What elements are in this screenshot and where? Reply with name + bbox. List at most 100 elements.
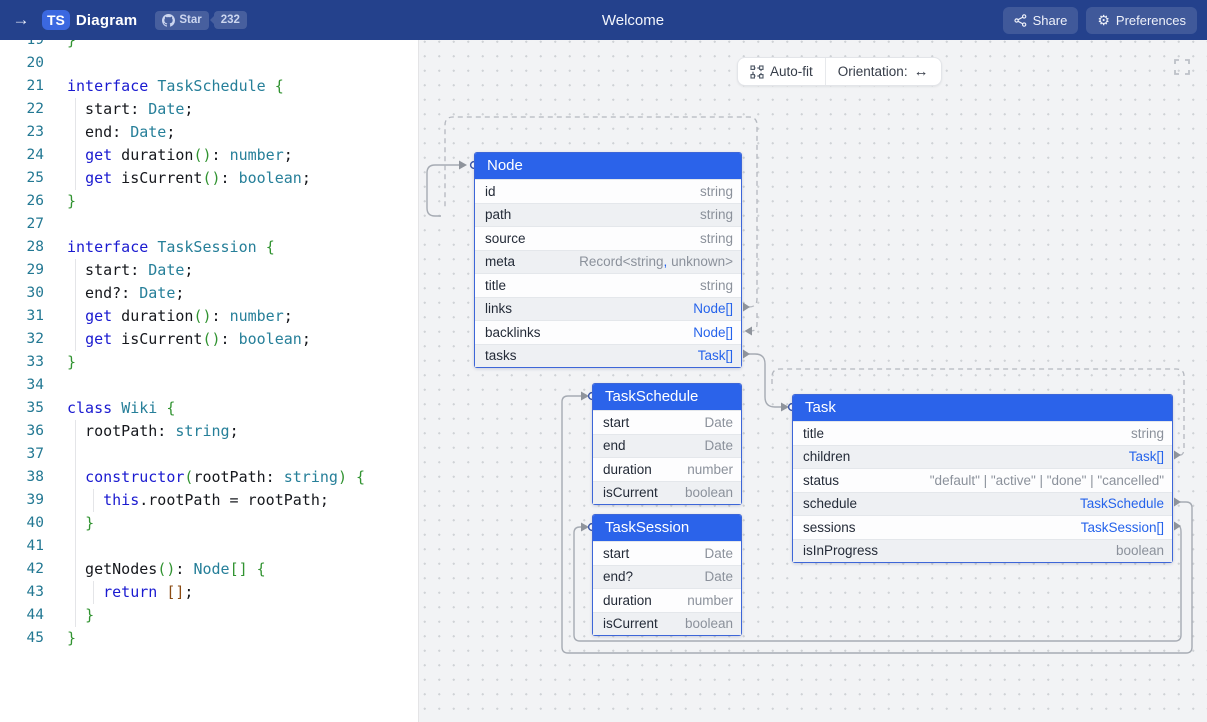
code-text: } xyxy=(67,627,76,650)
entity-title[interactable]: TaskSchedule xyxy=(593,384,741,410)
field-type-link[interactable]: Node[] xyxy=(693,301,733,316)
auto-fit-icon xyxy=(750,65,764,79)
code-editor-panel[interactable]: 19}2021interface TaskSchedule {22 start:… xyxy=(0,40,419,722)
line-number: 44 xyxy=(0,604,44,627)
github-icon xyxy=(162,14,175,27)
orientation-button[interactable]: Orientation: ↔ xyxy=(826,58,941,85)
code-line[interactable]: 41 xyxy=(0,535,418,558)
code-line[interactable]: 40 } xyxy=(0,512,418,535)
indent-guide xyxy=(75,328,76,351)
field-type-link[interactable]: TaskSchedule xyxy=(1080,496,1164,511)
entity-field-row: sourcestring xyxy=(475,226,741,250)
code-line[interactable]: 31 get duration(): number; xyxy=(0,305,418,328)
code-line[interactable]: 33} xyxy=(0,351,418,374)
line-number: 28 xyxy=(0,236,44,259)
code-line[interactable]: 29 start: Date; xyxy=(0,259,418,282)
code-text: get duration(): number; xyxy=(67,144,293,167)
entity-task[interactable]: TasktitlestringchildrenTask[]status"defa… xyxy=(792,394,1173,563)
code-text: get duration(): number; xyxy=(67,305,293,328)
field-type: string xyxy=(700,278,733,293)
indent-guide xyxy=(75,144,76,167)
line-number: 33 xyxy=(0,351,44,374)
code-line[interactable]: 32 get isCurrent(): boolean; xyxy=(0,328,418,351)
code-line[interactable]: 20 xyxy=(0,52,418,75)
code-line[interactable]: 28interface TaskSession { xyxy=(0,236,418,259)
entity-title[interactable]: TaskSession xyxy=(593,515,741,541)
code-line[interactable]: 43 return []; xyxy=(0,581,418,604)
line-number: 25 xyxy=(0,167,44,190)
field-type-link[interactable]: Task[] xyxy=(1129,449,1164,464)
code-text: get isCurrent(): boolean; xyxy=(67,167,311,190)
field-type-link[interactable]: TaskSession[] xyxy=(1081,520,1164,535)
share-button[interactable]: Share xyxy=(1003,7,1079,34)
github-star-count[interactable]: 232 xyxy=(214,11,247,29)
code-text: } xyxy=(67,351,76,374)
field-name: backlinks xyxy=(485,325,541,340)
diagram-canvas[interactable]: NodeidstringpathstringsourcestringmetaRe… xyxy=(419,40,1207,722)
preferences-button[interactable]: ⚙ Preferences xyxy=(1086,7,1197,34)
code-line[interactable]: 21interface TaskSchedule { xyxy=(0,75,418,98)
gear-icon: ⚙ xyxy=(1097,13,1110,27)
code-line[interactable]: 23 end: Date; xyxy=(0,121,418,144)
indent-guide xyxy=(75,512,76,535)
field-name: path xyxy=(485,207,511,222)
code-text: end?: Date; xyxy=(67,282,184,305)
entity-title[interactable]: Node xyxy=(475,153,741,179)
code-line[interactable]: 39 this.rootPath = rootPath; xyxy=(0,489,418,512)
field-name: duration xyxy=(603,462,652,477)
indent-guide xyxy=(75,305,76,328)
document-title: Welcome xyxy=(602,12,664,29)
fullscreen-button[interactable] xyxy=(1169,55,1195,81)
field-name: id xyxy=(485,184,496,199)
line-number: 30 xyxy=(0,282,44,305)
code-line[interactable]: 35class Wiki { xyxy=(0,397,418,420)
entity-title[interactable]: Task xyxy=(793,395,1172,421)
code-line[interactable]: 44 } xyxy=(0,604,418,627)
code-line[interactable]: 34 xyxy=(0,374,418,397)
indent-guide xyxy=(75,121,76,144)
field-type-link[interactable]: Task[] xyxy=(698,348,733,363)
code-line[interactable]: 19} xyxy=(0,40,418,52)
code-line[interactable]: 22 start: Date; xyxy=(0,98,418,121)
code-line[interactable]: 45} xyxy=(0,627,418,650)
code-line[interactable]: 42 getNodes(): Node[] { xyxy=(0,558,418,581)
code-line[interactable]: 30 end?: Date; xyxy=(0,282,418,305)
code-line[interactable]: 25 get isCurrent(): boolean; xyxy=(0,167,418,190)
logo-ts-badge: TS xyxy=(42,10,70,30)
code-line[interactable]: 24 get duration(): number; xyxy=(0,144,418,167)
entity-field-row: durationnumber xyxy=(593,457,741,481)
indent-guide xyxy=(75,167,76,190)
indent-guide xyxy=(93,581,94,604)
field-name: isCurrent xyxy=(603,485,658,500)
app-logo[interactable]: TS Diagram xyxy=(42,10,137,30)
github-star-widget[interactable]: Star 232 xyxy=(155,11,247,30)
line-number: 32 xyxy=(0,328,44,351)
code-text: start: Date; xyxy=(67,98,193,121)
code-text: rootPath: string; xyxy=(67,420,239,443)
entity-field-row: sessionsTaskSession[] xyxy=(793,515,1172,539)
code-line[interactable]: 26} xyxy=(0,190,418,213)
entity-field-row: children Task[] xyxy=(793,445,1172,469)
code-line[interactable]: 37 xyxy=(0,443,418,466)
field-name: start xyxy=(603,546,629,561)
field-type-link[interactable]: Node[] xyxy=(693,325,733,340)
entity-tasksession[interactable]: TaskSessionstartDateend?Datedurationnumb… xyxy=(592,514,742,636)
code-line[interactable]: 27 xyxy=(0,213,418,236)
share-icon xyxy=(1014,14,1027,27)
entity-taskschedule[interactable]: TaskSchedulestartDateendDatedurationnumb… xyxy=(592,383,742,505)
line-number: 31 xyxy=(0,305,44,328)
code-line[interactable]: 36 rootPath: string; xyxy=(0,420,418,443)
code-text: getNodes(): Node[] { xyxy=(67,558,266,581)
field-type: Date xyxy=(704,415,733,430)
collapse-sidebar-icon[interactable]: → xyxy=(10,10,32,30)
line-number: 20 xyxy=(0,52,44,75)
code-line[interactable]: 38 constructor(rootPath: string) { xyxy=(0,466,418,489)
entity-field-row: startDate xyxy=(593,541,741,565)
field-name: duration xyxy=(603,593,652,608)
field-name: children xyxy=(803,449,850,464)
entity-field-row: startDate xyxy=(593,410,741,434)
line-number: 23 xyxy=(0,121,44,144)
github-star-button[interactable]: Star xyxy=(155,11,208,30)
auto-fit-button[interactable]: Auto-fit xyxy=(738,58,825,85)
entity-node[interactable]: NodeidstringpathstringsourcestringmetaRe… xyxy=(474,152,742,368)
